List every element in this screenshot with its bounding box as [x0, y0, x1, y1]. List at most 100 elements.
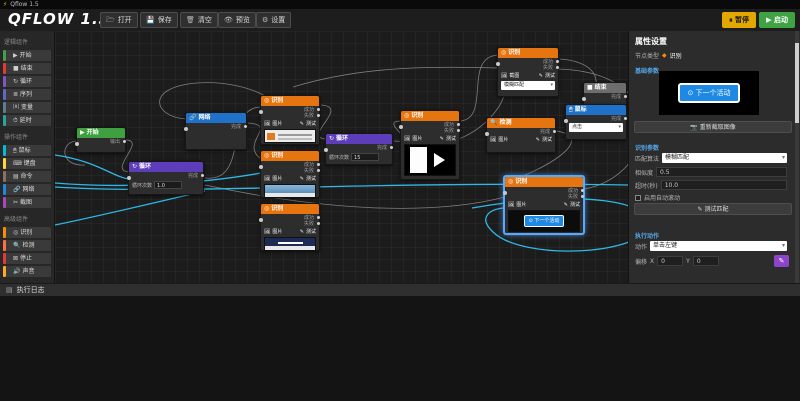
sidebar-group-advanced: 高级组件 ◎识别 🔍检测 ⊠停止 🔊声音 [0, 212, 54, 277]
log-icon: ▤ [6, 286, 13, 294]
action-label: 动作 [635, 242, 647, 251]
sidebar-item-keyboard[interactable]: ⌨键盘 [3, 158, 51, 169]
offset-y-input[interactable]: 0 [693, 256, 719, 266]
loop-icon: ↻ [132, 163, 137, 170]
target-preview-image: ⊙ 下一个活动 [659, 71, 759, 115]
pencil-icon: ✎ [564, 202, 568, 208]
trash-icon: 🗑 [186, 16, 195, 24]
chevron-down-icon: ▾ [782, 153, 785, 163]
pencil-icon: ✎ [300, 176, 304, 182]
image-icon: 🖼 [508, 202, 514, 208]
sidebar-item-loop[interactable]: ↻循环 [3, 76, 51, 87]
node-recognize-selected[interactable]: ◎识别 成功失败 🖼图片✎测试 ⊙ 下一个活动 [504, 176, 584, 234]
node-start[interactable]: ▶开始 输出 [76, 127, 126, 153]
image-icon: 🖼 [264, 121, 270, 127]
pause-icon: ⏸ [729, 16, 733, 24]
settings-button[interactable]: ⚙设置 [256, 12, 291, 28]
start-button[interactable]: ▶ 启动 [759, 12, 795, 28]
sidebar-item-mouse[interactable]: 🖱鼠标 [3, 145, 51, 156]
recapture-image-button[interactable]: 📷 重新截取图像 [634, 121, 792, 133]
sidebar-item-end[interactable]: ■结束 [3, 63, 51, 74]
node-recognize-3[interactable]: ◎识别 成功失败 🖼图片✎测试 [260, 203, 320, 251]
image-icon: 🖼 [404, 136, 410, 142]
node-type-value: 识别 [670, 51, 682, 60]
log-output-area [0, 296, 800, 401]
loop-count-input[interactable]: 1.0 [154, 181, 182, 189]
wire [461, 55, 498, 121]
match-mode-dropdown[interactable]: 模糊匹配▾ [501, 81, 555, 90]
node-network[interactable]: 🔗网络 完成 [185, 112, 247, 150]
mouse-action-dropdown[interactable]: 点击▾ [569, 123, 623, 132]
sidebar-group-actions: 操作组件 🖱鼠标 ⌨键盘 ▤命令 🔗网络 ✂截图 [0, 130, 54, 208]
window-title: Qflow 1.5 [10, 1, 39, 8]
sidebar-item-sound[interactable]: 🔊声音 [3, 266, 51, 277]
color-bar [3, 89, 6, 100]
sidebar-item-sequence[interactable]: ≣序列 [3, 89, 51, 100]
similarity-input[interactable]: 0.5 [656, 167, 787, 177]
flow-canvas[interactable]: ▶开始 输出 ↻循环 完成 循环次数 1.0 🔗网络 完成 ◎识别 成功失败 🖼… [55, 31, 628, 283]
color-bar [3, 145, 6, 156]
action-select[interactable]: 单击左键▾ [650, 241, 787, 251]
sidebar-item-recognize[interactable]: ◎识别 [3, 227, 51, 238]
scissors-icon: ✂ [13, 199, 18, 206]
properties-panel: 属性设置 节点类型 ◆ 识别 基础参数 ⊙ 下一个活动 📷 重新截取图像 识别参… [628, 31, 800, 283]
timeout-input[interactable]: 10.0 [661, 180, 787, 190]
sidebar-item-variable[interactable]: ⒳变量 [3, 102, 51, 113]
app-icon: ⚡ [3, 1, 7, 8]
offset-x-label: X [650, 258, 654, 265]
sidebar-item-command[interactable]: ▤命令 [3, 171, 51, 182]
node-end[interactable]: ■结束 完成 [583, 82, 627, 106]
node-recognize-4[interactable]: ◎识别 成功失败 🖼图片✎测试 [400, 110, 460, 180]
sidebar-item-network[interactable]: 🔗网络 [3, 184, 51, 195]
test-match-button[interactable]: ✎ 测试匹配 [634, 203, 792, 215]
panel-scrollbar[interactable] [795, 31, 799, 283]
link-icon: 🔗 [189, 114, 196, 121]
node-mouse[interactable]: 🖱鼠标 完成 点击▾ [565, 104, 627, 140]
node-loop-1[interactable]: ↻循环 完成 循环次数 1.0 [128, 161, 204, 195]
node-recognize-1[interactable]: ◎识别 成功失败 🖼图片✎测试 [260, 95, 320, 145]
group-title: 操作组件 [0, 130, 54, 143]
sidebar-item-stop[interactable]: ⊠停止 [3, 253, 51, 264]
sidebar-item-start[interactable]: ▶开始 [3, 50, 51, 61]
window-titlebar: ⚡Qflow 1.5 [0, 0, 800, 9]
scrollbar-thumb[interactable] [795, 43, 799, 123]
app-logo: QFLOW 1.5 [8, 10, 110, 28]
pause-button[interactable]: ⏸ 暂停 [722, 12, 756, 28]
recognize-icon: ◎ [404, 112, 409, 119]
recognize-icon: ◎ [264, 205, 269, 212]
play-icon: ▶ [766, 16, 771, 24]
timeout-label: 超时(秒) [635, 181, 658, 190]
wire-highlight [55, 155, 129, 179]
sidebar-item-delay[interactable]: ⏱延时 [3, 115, 51, 126]
recognize-icon: ◎ [508, 178, 513, 185]
speaker-icon: 🔊 [13, 268, 20, 275]
node-recognize-2[interactable]: ◎识别 成功失败 🖼图片✎测试 [260, 150, 320, 198]
node-detect[interactable]: 🔍检测 完成 🖼图片✎测试 [486, 117, 556, 153]
open-button[interactable]: 🗁打开 [100, 12, 138, 28]
offset-label: 偏移 [635, 257, 647, 266]
sidebar-item-detect[interactable]: 🔍检测 [3, 240, 51, 251]
color-bar [3, 76, 6, 87]
loop-count-input[interactable]: 15 [351, 153, 379, 161]
match-mode-select[interactable]: 模糊匹配▾ [662, 153, 787, 163]
preview-button[interactable]: 👁预览 [218, 12, 256, 28]
edit-offset-button[interactable]: ✎ [774, 255, 789, 267]
save-button[interactable]: 💾保存 [140, 12, 178, 28]
color-bar [3, 115, 6, 126]
panel-title: 属性设置 [629, 31, 800, 49]
color-bar [3, 158, 6, 169]
offset-x-input[interactable]: 0 [657, 256, 683, 266]
color-bar [3, 227, 6, 238]
pencil-icon: ✎ [300, 229, 304, 235]
clear-button[interactable]: 🗑清空 [180, 12, 218, 28]
open-icon: 🗁 [106, 16, 115, 24]
log-label: 执行日志 [17, 286, 45, 294]
autoscroll-checkbox[interactable] [635, 195, 641, 201]
stop-icon: ■ [587, 84, 593, 91]
log-bar[interactable]: ▤ 执行日志 [0, 283, 800, 296]
chevron-down-icon: ▾ [618, 123, 621, 132]
sidebar-item-screenshot[interactable]: ✂截图 [3, 197, 51, 208]
keyboard-icon: ⌨ [13, 160, 22, 167]
node-recognize-5[interactable]: ◎识别 成功失败 🖼截图✎测试 模糊匹配▾ [497, 47, 559, 97]
node-loop-2[interactable]: ↻循环 完成 循环次数 15 [325, 133, 393, 165]
